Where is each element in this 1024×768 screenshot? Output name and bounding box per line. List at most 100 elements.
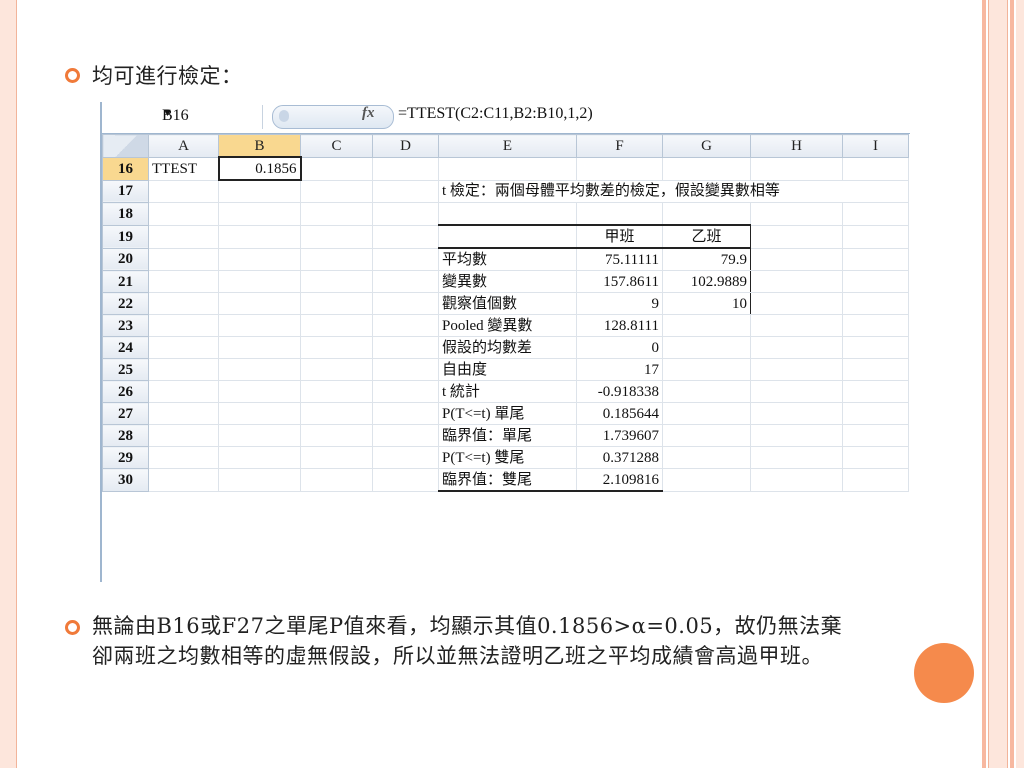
cell[interactable]: 1.739607 [576,424,663,447]
cell[interactable] [750,270,843,293]
cell[interactable]: 10 [662,292,751,315]
cell[interactable] [148,402,219,425]
cell[interactable] [842,380,909,403]
cell[interactable] [372,270,439,293]
cell[interactable] [372,314,439,337]
column-header[interactable]: C [300,134,373,158]
cell[interactable]: 0 [576,336,663,359]
formula-bar-slider[interactable] [272,105,394,129]
cell[interactable] [842,247,909,271]
cell[interactable] [750,468,843,492]
cell[interactable] [218,247,301,271]
cell[interactable]: 自由度 [438,358,577,381]
cell[interactable] [372,336,439,359]
cell[interactable] [218,292,301,315]
cell[interactable] [662,380,751,403]
row-header[interactable]: 28 [102,424,149,447]
cell[interactable] [218,202,301,226]
row-header[interactable]: 19 [102,224,149,249]
cell[interactable] [300,424,373,447]
formula-text[interactable]: =TTEST(C2:C11,B2:B10,1,2) [398,105,593,123]
cell[interactable] [148,358,219,381]
column-header[interactable]: B [218,134,301,158]
cell[interactable] [148,380,219,403]
cell[interactable]: 乙班 [662,224,751,249]
cell[interactable] [662,314,751,337]
cell[interactable] [842,468,909,492]
cell[interactable] [300,247,373,271]
cell[interactable] [372,424,439,447]
cell[interactable]: 17 [576,358,663,381]
cell[interactable]: Pooled 變異數 [438,314,577,337]
cell[interactable]: P(T<=t) 單尾 [438,402,577,425]
cell[interactable] [750,224,843,249]
cell[interactable]: TTEST [148,156,219,181]
row-header[interactable]: 23 [102,314,149,337]
cell[interactable]: 2.109816 [576,468,663,492]
cell[interactable] [218,314,301,337]
cell[interactable] [300,336,373,359]
select-all-corner[interactable] [102,134,149,158]
cell[interactable] [218,358,301,381]
cell[interactable] [842,292,909,315]
cell[interactable]: 157.8611 [576,270,663,293]
cell[interactable]: 臨界值：單尾 [438,424,577,447]
cell[interactable]: 0.185644 [576,402,663,425]
cell[interactable] [218,179,301,203]
row-header[interactable]: 22 [102,292,149,315]
cell[interactable] [842,270,909,293]
cell[interactable] [842,314,909,337]
cell[interactable] [148,314,219,337]
cell[interactable] [218,468,301,492]
cell[interactable] [372,446,439,469]
cell[interactable] [662,402,751,425]
cell[interactable] [750,202,843,226]
row-header[interactable]: 26 [102,380,149,403]
cell[interactable] [300,380,373,403]
cell[interactable] [438,224,577,249]
cell[interactable] [662,468,751,492]
row-header[interactable]: 24 [102,336,149,359]
cell[interactable] [372,358,439,381]
column-header[interactable]: H [750,134,843,158]
cell[interactable] [148,292,219,315]
cell[interactable] [372,156,439,181]
cell[interactable] [372,292,439,315]
cell[interactable] [842,336,909,359]
cell[interactable] [842,402,909,425]
cell[interactable] [372,202,439,226]
row-header[interactable]: 18 [102,202,149,226]
fx-icon[interactable]: fx [362,105,375,122]
cell[interactable] [148,247,219,271]
cell[interactable] [300,314,373,337]
cell[interactable] [218,402,301,425]
cell[interactable] [300,292,373,315]
cell[interactable] [300,224,373,249]
cell[interactable] [372,247,439,271]
cell[interactable] [750,402,843,425]
cell[interactable] [148,202,219,226]
cell[interactable] [842,224,909,249]
cell[interactable] [372,224,439,249]
cell[interactable] [842,156,909,181]
cell[interactable] [750,336,843,359]
cell[interactable] [842,446,909,469]
cell[interactable]: 甲班 [576,224,663,249]
cell[interactable] [148,446,219,469]
row-header[interactable]: 17 [102,179,149,203]
name-box[interactable]: B16 ▼ [114,105,263,129]
cell[interactable] [372,402,439,425]
cell[interactable] [750,446,843,469]
row-header[interactable]: 29 [102,446,149,469]
cell[interactable] [662,446,751,469]
cell[interactable] [218,380,301,403]
cell[interactable]: 128.8111 [576,314,663,337]
cell[interactable] [148,468,219,492]
cell[interactable] [300,446,373,469]
cell[interactable] [218,224,301,249]
cell[interactable] [218,270,301,293]
cell[interactable] [662,424,751,447]
cell[interactable] [300,270,373,293]
cell[interactable] [372,380,439,403]
row-header[interactable]: 21 [102,270,149,293]
